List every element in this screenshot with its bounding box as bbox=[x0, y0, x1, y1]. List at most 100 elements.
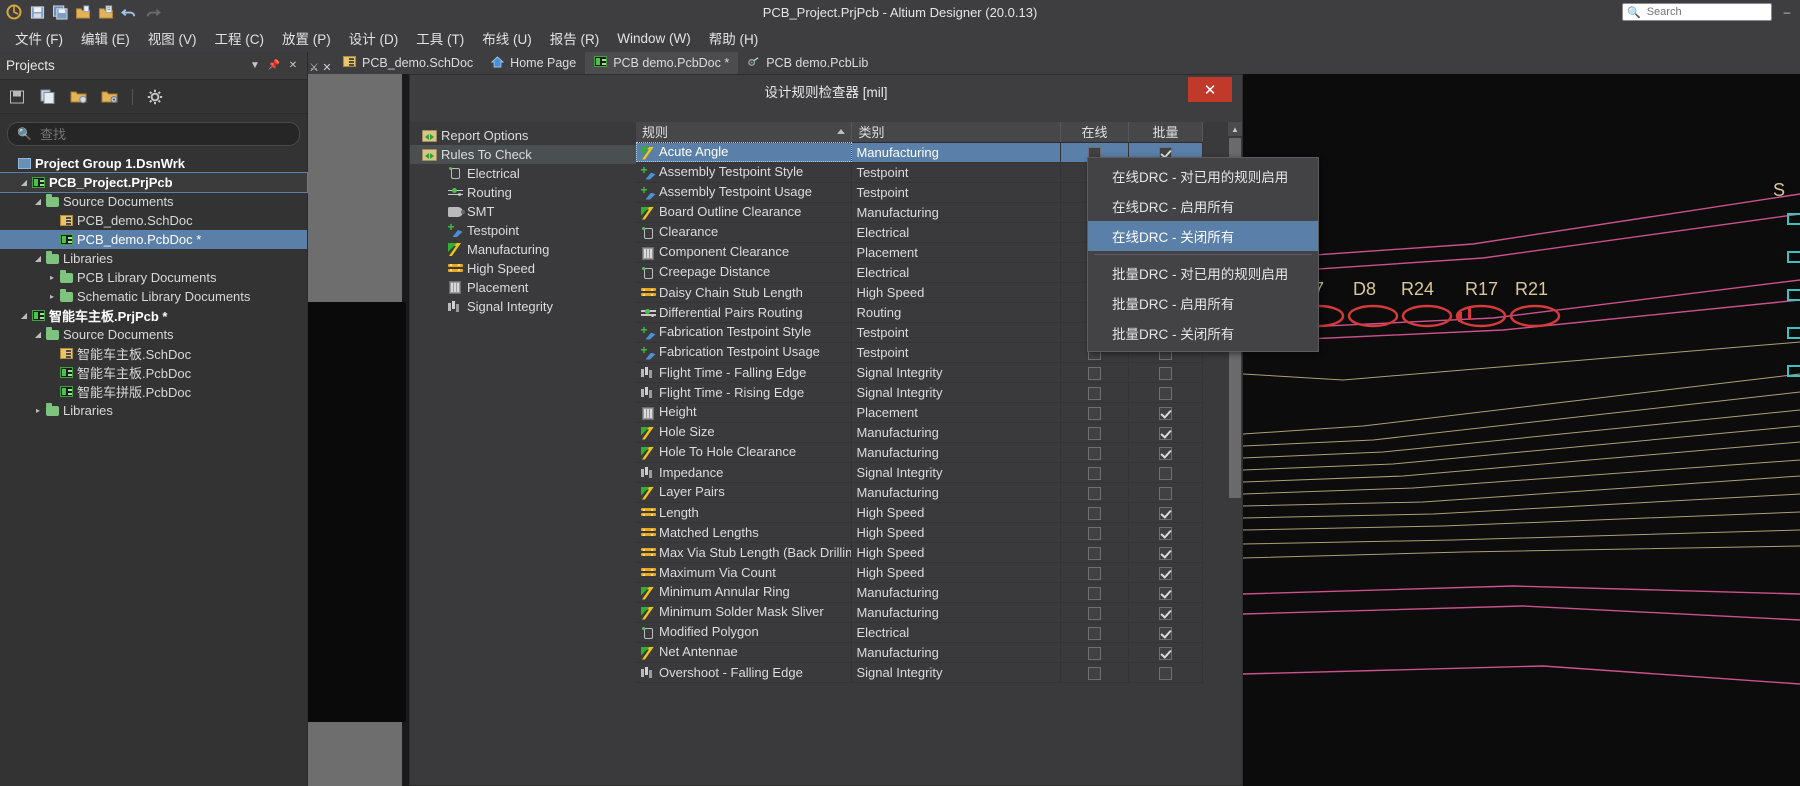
open-folder-settings-icon[interactable] bbox=[101, 88, 119, 106]
rule-name-cell[interactable]: Fabrication Testpoint Usage bbox=[636, 342, 853, 363]
online-checkbox[interactable] bbox=[1088, 466, 1101, 480]
rule-name-cell[interactable]: Assembly Testpoint Style bbox=[636, 162, 853, 183]
batch-checkbox[interactable] bbox=[1158, 566, 1172, 580]
rules-table-row[interactable]: Net Antennae Manufacturing bbox=[636, 642, 1204, 663]
chevron-down-icon[interactable]: ◢ bbox=[32, 330, 44, 339]
menu-item-8[interactable]: 报告 (R) bbox=[541, 25, 609, 51]
rules-table-row[interactable]: Hole Size Manufacturing bbox=[636, 422, 1204, 443]
menu-item-10[interactable]: 帮助 (H) bbox=[700, 25, 768, 51]
rules-table-row[interactable]: Impedance Signal Integrity bbox=[636, 462, 1204, 483]
chevron-down-icon[interactable]: ◢ bbox=[32, 197, 44, 206]
rule-name-cell[interactable]: Daisy Chain Stub Length bbox=[636, 282, 853, 303]
drc-nav-item[interactable]: Placement bbox=[410, 278, 636, 297]
rules-table-row[interactable]: Layer Pairs Manufacturing bbox=[636, 482, 1204, 503]
rules-table-row[interactable]: Length High Speed bbox=[636, 502, 1204, 523]
drc-nav-item[interactable]: Manufacturing bbox=[410, 240, 636, 259]
online-checkbox[interactable] bbox=[1088, 646, 1101, 660]
online-checkbox[interactable] bbox=[1088, 606, 1101, 620]
online-checkbox-cell[interactable] bbox=[1060, 382, 1129, 403]
document-tab[interactable]: PCB demo.PcbDoc * bbox=[585, 52, 739, 74]
online-checkbox[interactable] bbox=[1088, 586, 1101, 600]
dialog-close-button[interactable]: ✕ bbox=[1188, 77, 1232, 102]
rule-name-cell[interactable]: Creepage Distance bbox=[636, 262, 853, 283]
chevron-right-icon[interactable]: ▸ bbox=[32, 406, 44, 415]
batch-checkbox-cell[interactable] bbox=[1128, 582, 1204, 603]
online-checkbox[interactable] bbox=[1088, 506, 1101, 520]
drc-nav-item[interactable]: Signal Integrity bbox=[410, 297, 636, 316]
batch-checkbox-cell[interactable] bbox=[1128, 662, 1204, 683]
batch-checkbox[interactable] bbox=[1158, 486, 1172, 500]
batch-checkbox[interactable] bbox=[1158, 406, 1172, 420]
rule-name-cell[interactable]: Minimum Annular Ring bbox=[636, 582, 853, 603]
rule-name-cell[interactable]: Height bbox=[636, 402, 853, 423]
online-checkbox-cell[interactable] bbox=[1060, 542, 1129, 563]
rule-name-cell[interactable]: Differential Pairs Routing bbox=[636, 302, 853, 323]
online-checkbox[interactable] bbox=[1088, 366, 1101, 380]
document-tab[interactable]: PCB demo.PcbLib bbox=[738, 52, 877, 74]
menu-item-3[interactable]: 工程 (C) bbox=[206, 25, 274, 51]
column-header-rule[interactable]: 规则 bbox=[636, 122, 853, 143]
rules-table-row[interactable]: Modified Polygon Electrical bbox=[636, 622, 1204, 643]
menu-item-7[interactable]: 布线 (U) bbox=[473, 25, 541, 51]
context-menu-item[interactable]: 在线DRC - 启用所有 bbox=[1088, 191, 1318, 221]
close-icon[interactable]: ✕ bbox=[285, 60, 301, 71]
drc-nav-item[interactable]: SMT bbox=[410, 202, 636, 221]
menu-item-0[interactable]: 文件 (F) bbox=[6, 25, 72, 51]
batch-checkbox[interactable] bbox=[1158, 546, 1172, 560]
batch-checkbox-cell[interactable] bbox=[1128, 462, 1204, 483]
menu-item-9[interactable]: Window (W) bbox=[608, 28, 700, 49]
chevron-down-icon[interactable]: ◢ bbox=[32, 254, 44, 263]
rule-name-cell[interactable]: Clearance bbox=[636, 222, 853, 243]
batch-checkbox-cell[interactable] bbox=[1128, 422, 1204, 443]
batch-checkbox[interactable] bbox=[1158, 366, 1172, 380]
projects-search-input[interactable] bbox=[37, 125, 290, 143]
batch-checkbox[interactable] bbox=[1158, 426, 1172, 440]
rule-name-cell[interactable]: Layer Pairs bbox=[636, 482, 853, 503]
drc-nav-item[interactable]: Testpoint bbox=[410, 221, 636, 240]
menu-item-2[interactable]: 视图 (V) bbox=[139, 25, 206, 51]
rule-name-cell[interactable]: Modified Polygon bbox=[636, 622, 853, 643]
menu-item-4[interactable]: 放置 (P) bbox=[273, 25, 340, 51]
batch-checkbox[interactable] bbox=[1158, 626, 1172, 640]
online-checkbox[interactable] bbox=[1088, 406, 1101, 420]
save-icon[interactable] bbox=[8, 88, 26, 106]
project-tree-item[interactable]: PCB_demo.SchDoc bbox=[0, 211, 307, 230]
rules-table-row[interactable]: Overshoot - Falling Edge Signal Integrity bbox=[636, 662, 1204, 683]
chevron-right-icon[interactable]: ▸ bbox=[46, 273, 58, 282]
online-checkbox-cell[interactable] bbox=[1060, 502, 1129, 523]
drc-nav-item[interactable]: Electrical bbox=[410, 164, 636, 183]
rule-name-cell[interactable]: Net Antennae bbox=[636, 642, 853, 663]
batch-checkbox-cell[interactable] bbox=[1128, 622, 1204, 643]
batch-checkbox-cell[interactable] bbox=[1128, 442, 1204, 463]
rule-name-cell[interactable]: Minimum Solder Mask Sliver bbox=[636, 602, 853, 623]
rules-table-row[interactable]: Hole To Hole Clearance Manufacturing bbox=[636, 442, 1204, 463]
menu-item-1[interactable]: 编辑 (E) bbox=[72, 25, 139, 51]
online-checkbox-cell[interactable] bbox=[1060, 402, 1129, 423]
online-checkbox-cell[interactable] bbox=[1060, 522, 1129, 543]
batch-checkbox[interactable] bbox=[1158, 606, 1172, 620]
projects-search-box[interactable]: 🔍 bbox=[7, 122, 300, 146]
undo-icon[interactable] bbox=[119, 2, 139, 22]
online-checkbox-cell[interactable] bbox=[1060, 642, 1129, 663]
project-tree-item[interactable]: 智能车主板.SchDoc bbox=[0, 344, 307, 363]
context-menu-item[interactable]: 在线DRC - 关闭所有 bbox=[1088, 221, 1318, 251]
rules-table-row[interactable]: Max Via Stub Length (Back Drilling) High … bbox=[636, 542, 1204, 563]
online-checkbox[interactable] bbox=[1088, 386, 1101, 400]
online-checkbox-cell[interactable] bbox=[1060, 442, 1129, 463]
rules-table-row[interactable]: Minimum Solder Mask Sliver Manufacturing bbox=[636, 602, 1204, 623]
batch-checkbox[interactable] bbox=[1158, 446, 1172, 460]
drc-nav-item[interactable]: Rules To Check bbox=[410, 145, 636, 164]
rule-name-cell[interactable]: Component Clearance bbox=[636, 242, 853, 263]
gear-icon[interactable] bbox=[146, 88, 164, 106]
rules-table-row[interactable]: Matched Lengths High Speed bbox=[636, 522, 1204, 543]
global-search-input[interactable] bbox=[1644, 5, 1755, 19]
batch-checkbox-cell[interactable] bbox=[1128, 602, 1204, 623]
rule-name-cell[interactable]: Impedance bbox=[636, 462, 853, 483]
global-search-box[interactable]: 🔍 bbox=[1622, 3, 1772, 21]
drc-nav-item[interactable]: High Speed bbox=[410, 259, 636, 278]
batch-checkbox-cell[interactable] bbox=[1128, 642, 1204, 663]
batch-checkbox-cell[interactable] bbox=[1128, 362, 1204, 383]
online-checkbox-cell[interactable] bbox=[1060, 662, 1129, 683]
rule-name-cell[interactable]: Acute Angle bbox=[636, 142, 853, 163]
save-icon[interactable] bbox=[27, 2, 47, 22]
